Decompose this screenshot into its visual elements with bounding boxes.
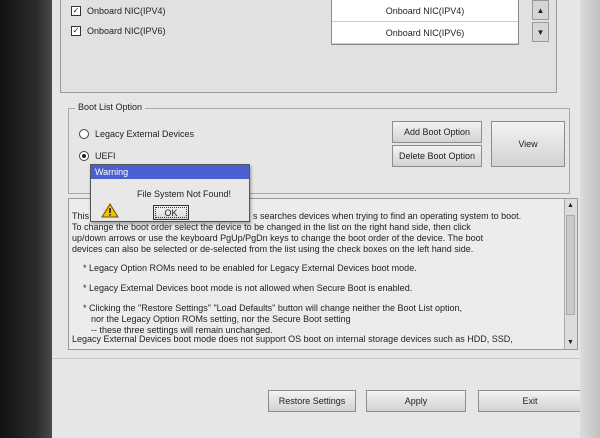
dialog-message: File System Not Found! xyxy=(136,189,232,199)
restore-settings-button[interactable]: Restore Settings xyxy=(268,390,356,412)
boot-item-checkbox[interactable]: ✓ xyxy=(71,26,81,36)
move-down-button[interactable]: ▼ xyxy=(532,22,549,42)
boot-item-label: Onboard NIC(IPV4) xyxy=(87,6,166,16)
ok-button[interactable]: OK xyxy=(153,205,189,220)
help-bullet-2: * Legacy External Devices boot mode is n… xyxy=(83,283,413,293)
radio-label: Legacy External Devices xyxy=(95,129,195,139)
help-line-1-prefix: This xyxy=(72,211,90,221)
help-scrollbar[interactable]: ▲ ▼ xyxy=(564,199,577,349)
help-line-1: s searches devices when trying to find a… xyxy=(253,211,522,221)
boot-item-label: Onboard NIC(IPV6) xyxy=(87,26,166,36)
radio-button[interactable] xyxy=(79,151,89,161)
boot-sequence-item[interactable]: ✓ Onboard NIC(IPV6) xyxy=(71,24,166,38)
boot-order-list[interactable]: Onboard NIC(IPV4) Onboard NIC(IPV6) xyxy=(331,0,519,45)
scroll-up-icon[interactable]: ▲ xyxy=(566,201,575,210)
view-button[interactable]: View xyxy=(491,121,565,167)
help-bullet-3a: * Clicking the "Restore Settings" "Load … xyxy=(83,303,462,313)
scroll-down-icon[interactable]: ▼ xyxy=(566,338,575,347)
boot-list-option-legend: Boot List Option xyxy=(75,102,146,112)
apply-button[interactable]: Apply xyxy=(366,390,466,412)
exit-button[interactable]: Exit xyxy=(478,390,582,412)
bios-screen: ✓ Onboard NIC(IPV4) ✓ Onboard NIC(IPV6) … xyxy=(0,0,600,438)
delete-boot-option-button[interactable]: Delete Boot Option xyxy=(392,145,482,167)
help-line-2: To change the boot order select the devi… xyxy=(72,222,471,232)
footer-divider xyxy=(52,358,580,359)
boot-item-checkbox[interactable]: ✓ xyxy=(71,6,81,16)
radio-legacy-external-devices[interactable]: Legacy External Devices xyxy=(79,129,194,139)
monitor-bezel-left xyxy=(0,0,52,438)
boot-order-item[interactable]: Onboard NIC(IPV6) xyxy=(332,22,518,44)
scrollbar-thumb[interactable] xyxy=(566,215,575,315)
warning-icon xyxy=(101,203,119,218)
radio-button[interactable] xyxy=(79,129,89,139)
monitor-bezel-right xyxy=(580,0,600,438)
radio-label: UEFI xyxy=(95,151,116,161)
help-line-3: up/down arrows or use the keyboard PgUp/… xyxy=(72,233,484,243)
boot-sequence-item[interactable]: ✓ Onboard NIC(IPV4) xyxy=(71,4,166,18)
help-last-line: Legacy External Devices boot mode does n… xyxy=(72,334,513,344)
dialog-title: Warning xyxy=(91,165,249,179)
warning-dialog: Warning File System Not Found! OK xyxy=(90,164,250,222)
boot-sequence-panel: ✓ Onboard NIC(IPV4) ✓ Onboard NIC(IPV6) … xyxy=(60,0,557,93)
help-bullet-1: * Legacy Option ROMs need to be enabled … xyxy=(83,263,417,273)
radio-uefi[interactable]: UEFI xyxy=(79,151,116,161)
help-line-4: devices can also be selected or de-selec… xyxy=(72,244,474,254)
add-boot-option-button[interactable]: Add Boot Option xyxy=(392,121,482,143)
help-bullet-3b: nor the Legacy Option ROMs setting, nor … xyxy=(91,314,351,324)
move-up-button[interactable]: ▲ xyxy=(532,0,549,20)
boot-order-item[interactable]: Onboard NIC(IPV4) xyxy=(332,0,518,22)
